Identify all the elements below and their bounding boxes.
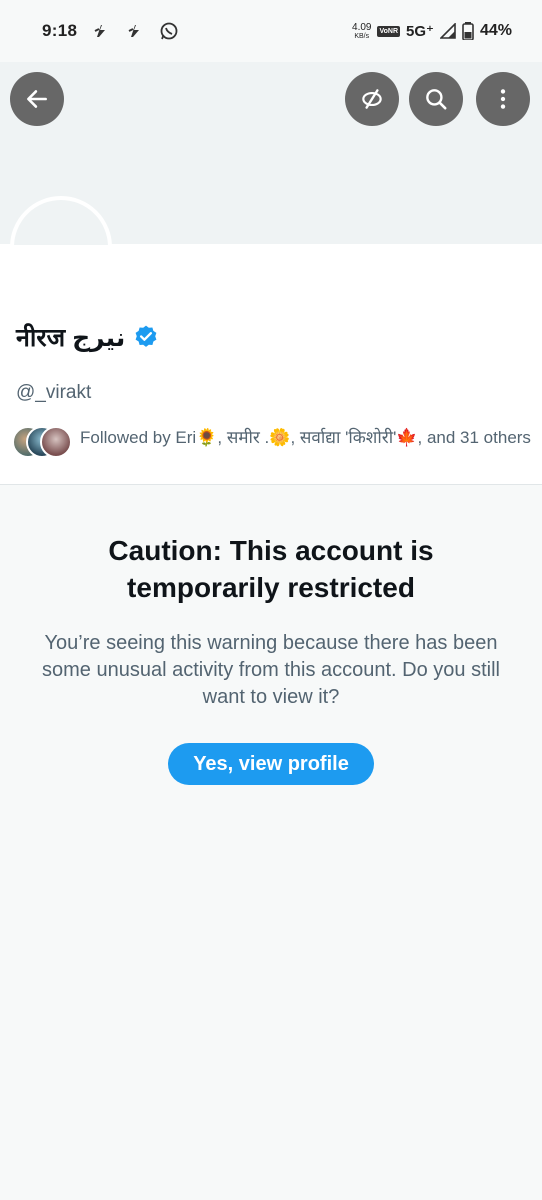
search-button[interactable] bbox=[409, 72, 463, 126]
vonr-badge: VoNR bbox=[377, 25, 401, 37]
translate-off-icon bbox=[362, 89, 382, 109]
network-speed-unit: KB/s bbox=[354, 32, 370, 40]
network-type: 5G⁺ bbox=[406, 23, 434, 40]
arrow-left-icon bbox=[27, 90, 47, 108]
display-name-row: नीरज نیرج bbox=[16, 320, 159, 354]
status-right: 4.09 KB/s VoNR 5G⁺ 44% bbox=[352, 22, 512, 40]
followed-by-text: Followed by Eri🌻, समीर .🌼, सर्वाद्या 'कि… bbox=[80, 428, 531, 447]
caution-body: You’re seeing this warning because there… bbox=[42, 632, 500, 708]
more-options-button[interactable] bbox=[476, 72, 530, 126]
follower-avatars bbox=[12, 426, 74, 460]
app-notification-icon-2 bbox=[125, 21, 145, 41]
battery-percent: 44% bbox=[479, 22, 512, 39]
network-speed: 4.09 KB/s bbox=[352, 21, 372, 40]
profile-section: नीरज نیرج @_virakt Followed by Eri🌻, समी… bbox=[0, 196, 542, 485]
translate-off-button[interactable] bbox=[345, 72, 399, 126]
battery-icon bbox=[462, 22, 474, 40]
verified-badge-icon[interactable] bbox=[133, 324, 159, 350]
followed-by[interactable]: Followed by Eri🌻, समीर .🌼, सर्वाद्या 'कि… bbox=[12, 426, 532, 460]
network-speed-value: 4.09 bbox=[352, 21, 372, 33]
caution-title: Caution: This account is temporarily res… bbox=[108, 535, 434, 603]
display-name: नीरज نیرج bbox=[16, 324, 126, 352]
status-left: 9:18 bbox=[42, 21, 179, 41]
whatsapp-icon bbox=[159, 21, 179, 41]
status-bar: 9:18 4.09 KB/s VoNR 5G⁺ 44% bbox=[0, 0, 542, 62]
app-notification-icon bbox=[91, 21, 111, 41]
signal-icon bbox=[439, 23, 456, 39]
status-time: 9:18 bbox=[42, 21, 78, 40]
follower-avatar bbox=[40, 426, 72, 458]
search-icon bbox=[426, 89, 447, 110]
avatar[interactable] bbox=[10, 196, 112, 245]
user-handle: @_virakt bbox=[16, 382, 92, 403]
back-button[interactable] bbox=[10, 72, 64, 126]
more-vertical-icon bbox=[500, 89, 506, 109]
view-profile-button[interactable]: Yes, view profile bbox=[168, 743, 374, 785]
